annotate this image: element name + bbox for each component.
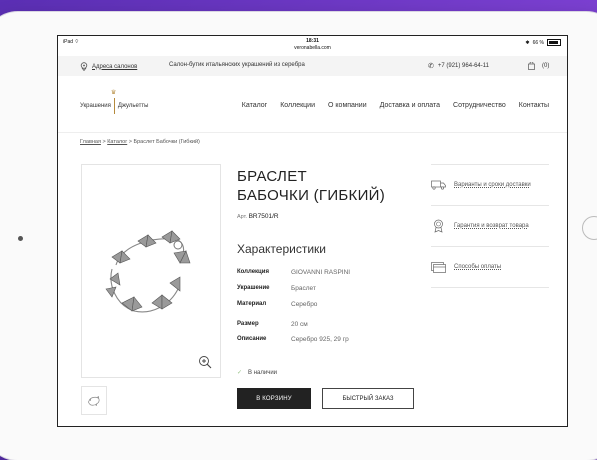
battery-icon	[547, 39, 561, 46]
nav-contacts[interactable]: Контакты	[519, 102, 549, 109]
main-nav: Каталог Коллекции О компании Доставка и …	[242, 102, 549, 109]
breadcrumb-current: Браслет Бабочки (Гибкий)	[133, 139, 200, 145]
breadcrumb-catalog[interactable]: Каталог	[107, 139, 127, 145]
camera	[18, 236, 23, 241]
main-nav-bar: Украшения Джульетты Каталог Коллекции О …	[58, 76, 567, 133]
location-pin-icon	[80, 62, 88, 71]
thumbnail-image[interactable]	[81, 386, 107, 415]
spec-row: Украшение Браслет	[237, 285, 316, 292]
tagline: Салон-бутик итальянских украшений из сер…	[169, 62, 305, 68]
breadcrumb-home[interactable]: Главная	[80, 139, 101, 145]
top-bar: Адреса салонов Салон-бутик итальянских у…	[58, 56, 567, 76]
phone-icon: ✆	[428, 63, 434, 70]
nav-cooperation[interactable]: Сотрудничество	[453, 102, 506, 109]
delivery-options-link[interactable]: Варианты и сроки доставки	[431, 164, 549, 205]
nav-collections[interactable]: Коллекции	[280, 102, 315, 109]
cart-link[interactable]: (0)	[528, 62, 549, 70]
logo[interactable]: Украшения Джульетты	[80, 89, 149, 114]
add-to-cart-button[interactable]: В КОРЗИНУ	[237, 388, 311, 409]
credit-card-icon	[431, 261, 446, 273]
zoom-icon[interactable]	[198, 355, 212, 369]
breadcrumb: Главная > Каталог > Браслет Бабочки (Гиб…	[80, 139, 200, 145]
bluetooth-icon: ✱	[525, 39, 530, 46]
battery-percent: 66 %	[532, 39, 544, 46]
spec-row: Описание Серебро 925, 29 гр	[237, 336, 349, 343]
status-center: 18:31 veronabella.com	[58, 38, 567, 51]
crown-icon	[111, 89, 116, 114]
nav-about[interactable]: О компании	[328, 102, 367, 109]
screen: iPad ⌔ 18:31 veronabella.com ✱ 66 % Адре…	[57, 35, 568, 427]
spec-row: Коллекция GIOVANNI RASPINI	[237, 269, 351, 276]
nav-catalog[interactable]: Каталог	[242, 102, 267, 109]
warranty-link[interactable]: Гарантия и возврат товара	[431, 205, 549, 246]
phone-link[interactable]: ✆ +7 (921) 964-64-11	[428, 62, 489, 70]
product-article: Арт. BR7501/R	[237, 213, 279, 220]
bracelet-image	[105, 230, 191, 313]
stock-status: ✓ В наличии	[237, 369, 278, 377]
product-image[interactable]	[81, 164, 221, 378]
payment-methods-link[interactable]: Способы оплаты	[431, 246, 549, 288]
specs-heading: Характеристики	[237, 242, 326, 256]
quick-order-button[interactable]: БЫСТРЫЙ ЗАКАЗ	[322, 388, 414, 409]
status-right: ✱ 66 %	[525, 39, 561, 46]
status-bar: iPad ⌔ 18:31 veronabella.com ✱ 66 %	[58, 36, 567, 56]
award-icon	[434, 219, 443, 233]
shopping-bag-icon	[528, 62, 535, 70]
spec-row: Размер 20 см	[237, 321, 308, 328]
bracelet-thumbnail	[88, 395, 100, 406]
truck-icon	[431, 180, 446, 190]
check-icon: ✓	[237, 370, 243, 376]
nav-delivery[interactable]: Доставка и оплата	[380, 102, 440, 109]
product-title: БРАСЛЕТ БАБОЧКИ (ГИБКИЙ)	[237, 168, 386, 204]
url-label: veronabella.com	[294, 44, 331, 51]
salons-link[interactable]: Адреса салонов	[80, 62, 137, 71]
spec-row: Материал Серебро	[237, 301, 318, 308]
info-sidebar: Варианты и сроки доставки Гарантия и воз…	[431, 164, 549, 288]
